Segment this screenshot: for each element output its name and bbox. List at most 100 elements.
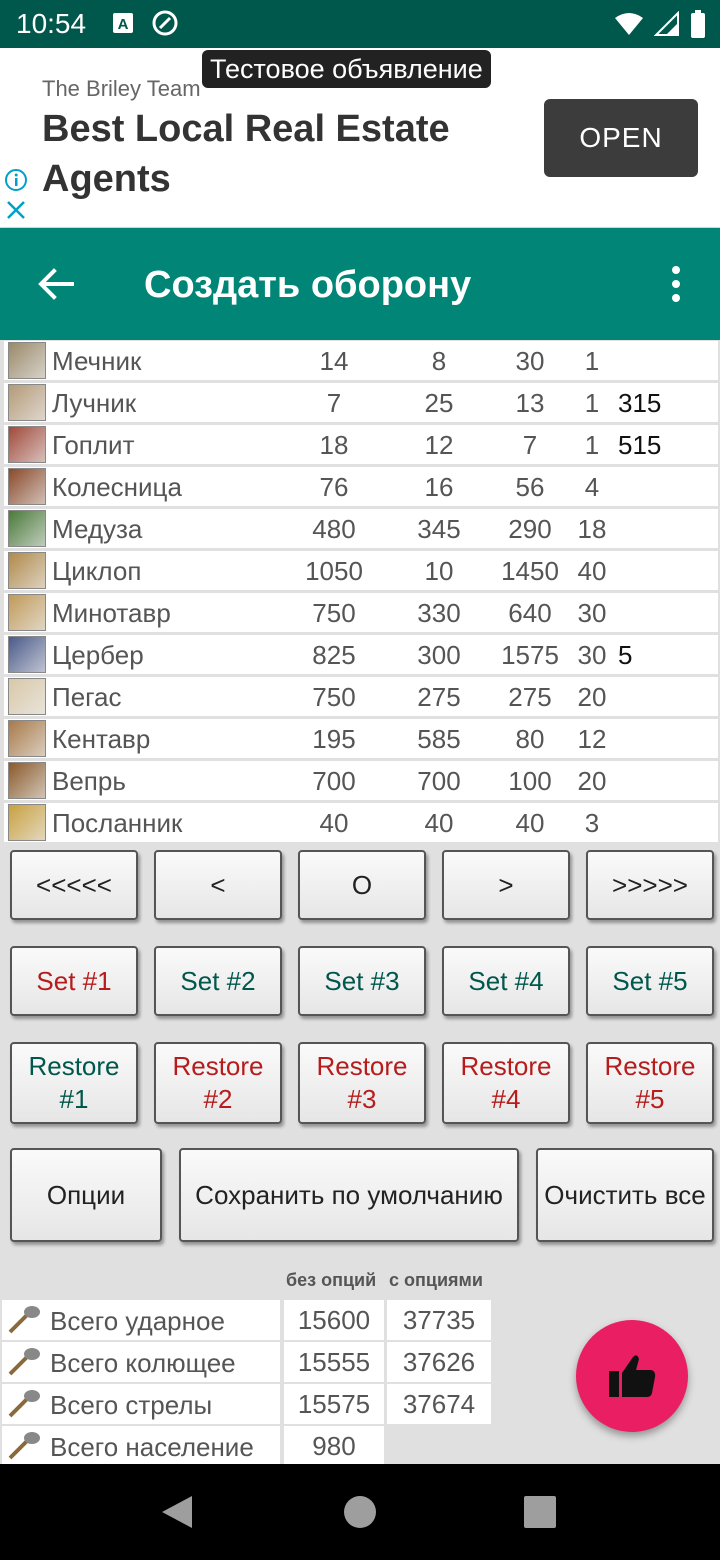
cyclops-icon	[8, 552, 46, 589]
unit-stat-1[interactable]: 14	[284, 346, 384, 377]
ad-close-icon[interactable]	[4, 198, 28, 222]
unit-row[interactable]: Лучник 7 25 13 1 315	[0, 382, 720, 424]
unit-stat-1[interactable]: 7	[284, 388, 384, 419]
unit-stat-2[interactable]: 8	[394, 346, 484, 377]
clear-all-button[interactable]: Очистить все	[536, 1148, 714, 1242]
unit-stat-2[interactable]: 300	[394, 640, 484, 671]
unit-stat-3[interactable]: 80	[490, 724, 570, 755]
nav-button-4[interactable]: >	[442, 850, 570, 920]
unit-count-input[interactable]: 315	[618, 388, 708, 419]
wifi-icon	[615, 13, 643, 35]
unit-stat-4[interactable]: 30	[572, 640, 612, 671]
ad-open-button[interactable]: OPEN	[544, 99, 698, 177]
unit-stat-1[interactable]: 700	[284, 766, 384, 797]
unit-stat-3[interactable]: 1450	[490, 556, 570, 587]
restore-button-1[interactable]: Restore #1	[10, 1042, 138, 1124]
unit-stat-2[interactable]: 12	[394, 430, 484, 461]
unit-stat-4[interactable]: 4	[572, 472, 612, 503]
unit-stat-4[interactable]: 40	[572, 556, 612, 587]
set-button-1[interactable]: Set #1	[10, 946, 138, 1016]
save-default-button[interactable]: Сохранить по умолчанию	[179, 1148, 519, 1242]
chariot-icon	[8, 468, 46, 505]
unit-row[interactable]: Мечник 14 8 30 1	[0, 340, 720, 382]
unit-stat-4[interactable]: 1	[572, 430, 612, 461]
restore-button-3[interactable]: Restore #3	[298, 1042, 426, 1124]
unit-stat-2[interactable]: 700	[394, 766, 484, 797]
unit-name: Циклоп	[52, 556, 142, 586]
nav-home-icon[interactable]	[344, 1496, 376, 1528]
unit-stat-3[interactable]: 640	[490, 598, 570, 629]
totals-label: Всего стрелы	[50, 1390, 213, 1420]
unit-stat-2[interactable]: 275	[394, 682, 484, 713]
totals-value-without-options: 980	[284, 1426, 384, 1464]
unit-stat-3[interactable]: 1575	[490, 640, 570, 671]
restore-button-5[interactable]: Restore #5	[586, 1042, 714, 1124]
unit-stat-4[interactable]: 1	[572, 346, 612, 377]
ad-headline[interactable]: Best Local Real Estate Agents	[42, 104, 522, 204]
unit-stat-1[interactable]: 76	[284, 472, 384, 503]
nav-back-icon[interactable]	[160, 1494, 194, 1530]
unit-stat-4[interactable]: 1	[572, 388, 612, 419]
unit-stat-3[interactable]: 56	[490, 472, 570, 503]
set-button-2[interactable]: Set #2	[154, 946, 282, 1016]
unit-stat-2[interactable]: 25	[394, 388, 484, 419]
unit-count-input[interactable]: 5	[618, 640, 708, 671]
unit-row[interactable]: Минотавр 750 330 640 30	[0, 592, 720, 634]
like-fab-button[interactable]	[576, 1320, 688, 1432]
unit-stat-1[interactable]: 1050	[284, 556, 384, 587]
unit-stat-2[interactable]: 345	[394, 514, 484, 545]
restore-button-2[interactable]: Restore #2	[154, 1042, 282, 1124]
unit-stat-1[interactable]: 195	[284, 724, 384, 755]
unit-stat-4[interactable]: 20	[572, 682, 612, 713]
back-arrow-icon[interactable]	[36, 266, 76, 302]
unit-stat-1[interactable]: 18	[284, 430, 384, 461]
nav-button-5[interactable]: >>>>>	[586, 850, 714, 920]
unit-stat-4[interactable]: 20	[572, 766, 612, 797]
unit-row[interactable]: Колесница 76 16 56 4	[0, 466, 720, 508]
set-button-3[interactable]: Set #3	[298, 946, 426, 1016]
unit-row[interactable]: Кентавр 195 585 80 12	[0, 718, 720, 760]
unit-stat-1[interactable]: 40	[284, 808, 384, 839]
unit-stat-3[interactable]: 275	[490, 682, 570, 713]
unit-stat-2[interactable]: 585	[394, 724, 484, 755]
overflow-menu-icon[interactable]	[664, 264, 688, 304]
unit-row[interactable]: Циклоп 1050 10 1450 40	[0, 550, 720, 592]
unit-stat-3[interactable]: 100	[490, 766, 570, 797]
unit-stat-4[interactable]: 12	[572, 724, 612, 755]
unit-count-input[interactable]: 515	[618, 430, 708, 461]
set-button-4[interactable]: Set #4	[442, 946, 570, 1016]
unit-stat-2[interactable]: 16	[394, 472, 484, 503]
unit-stat-4[interactable]: 18	[572, 514, 612, 545]
unit-stat-3[interactable]: 7	[490, 430, 570, 461]
unit-row[interactable]: Пегас 750 275 275 20	[0, 676, 720, 718]
ad-banner[interactable]: The Briley Team Best Local Real Estate A…	[0, 48, 720, 228]
unit-stat-1[interactable]: 750	[284, 682, 384, 713]
restore-button-4[interactable]: Restore #4	[442, 1042, 570, 1124]
unit-stat-2[interactable]: 10	[394, 556, 484, 587]
unit-row[interactable]: Цербер 825 300 1575 30 5	[0, 634, 720, 676]
unit-row[interactable]: Медуза 480 345 290 18	[0, 508, 720, 550]
nav-button-3[interactable]: O	[298, 850, 426, 920]
nav-button-1[interactable]: <<<<<	[10, 850, 138, 920]
unit-stat-3[interactable]: 40	[490, 808, 570, 839]
options-button[interactable]: Опции	[10, 1148, 162, 1242]
unit-stat-2[interactable]: 40	[394, 808, 484, 839]
unit-stat-4[interactable]: 30	[572, 598, 612, 629]
unit-stat-1[interactable]: 750	[284, 598, 384, 629]
nav-button-2[interactable]: <	[154, 850, 282, 920]
totals-header-without: без опций	[286, 1270, 377, 1290]
unit-stat-2[interactable]: 330	[394, 598, 484, 629]
notification-a-icon: A	[113, 13, 133, 33]
unit-stat-1[interactable]: 825	[284, 640, 384, 671]
unit-stat-4[interactable]: 3	[572, 808, 612, 839]
ad-info-icon[interactable]	[4, 168, 28, 192]
unit-row[interactable]: Посланник 40 40 40 3	[0, 802, 720, 844]
unit-stat-3[interactable]: 30	[490, 346, 570, 377]
nav-recents-icon[interactable]	[524, 1496, 556, 1528]
set-button-5[interactable]: Set #5	[586, 946, 714, 1016]
unit-stat-3[interactable]: 13	[490, 388, 570, 419]
unit-row[interactable]: Гоплит 18 12 7 1 515	[0, 424, 720, 466]
unit-row[interactable]: Вепрь 700 700 100 20	[0, 760, 720, 802]
unit-stat-1[interactable]: 480	[284, 514, 384, 545]
unit-stat-3[interactable]: 290	[490, 514, 570, 545]
